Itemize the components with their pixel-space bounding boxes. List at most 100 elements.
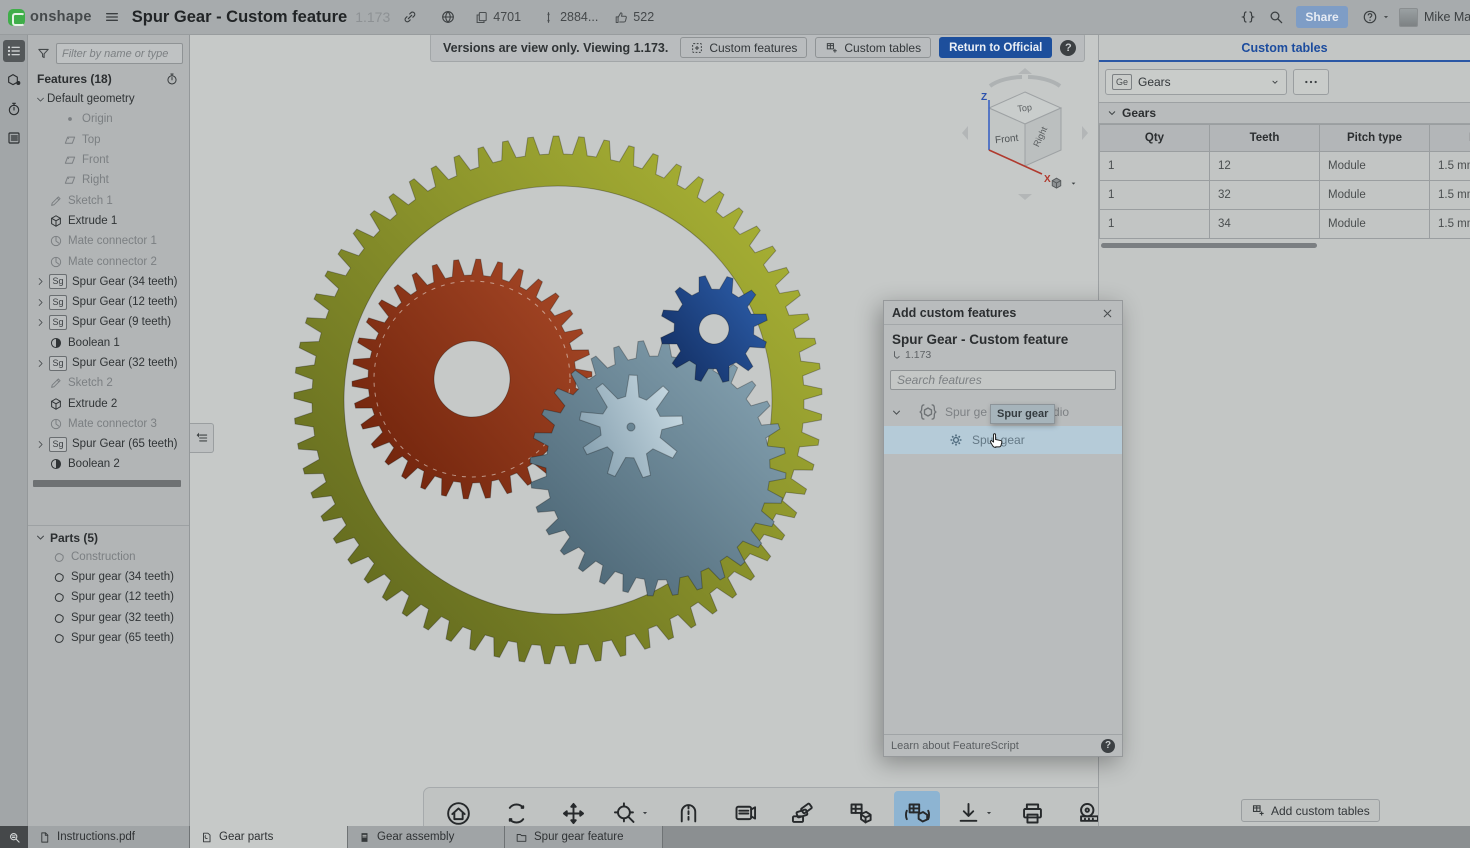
- table-horizontal-scrollbar[interactable]: [1101, 243, 1317, 248]
- learn-featurescript-link[interactable]: Learn about FeatureScript: [891, 740, 1019, 752]
- onshape-logo-icon[interactable]: [8, 9, 25, 26]
- filter-funnel-icon[interactable]: [36, 46, 51, 61]
- feature-filter-input[interactable]: [56, 43, 183, 64]
- featurescript-icon[interactable]: [1240, 9, 1256, 25]
- part-item[interactable]: Construction: [28, 547, 189, 567]
- feature-studio-row[interactable]: Spur ge Studio Spur gear: [884, 398, 1122, 426]
- table-row[interactable]: 134Module1.5 mm: [1100, 210, 1470, 239]
- table-options-button[interactable]: [1293, 69, 1329, 95]
- feature-item[interactable]: Boolean 2: [28, 454, 189, 474]
- user-avatar[interactable]: [1399, 8, 1418, 27]
- return-to-official-button[interactable]: Return to Official: [939, 37, 1052, 58]
- tab-gear-assembly[interactable]: Gear assembly: [348, 826, 505, 848]
- banner-help-icon[interactable]: ?: [1060, 40, 1076, 56]
- table-cell[interactable]: 34: [1210, 210, 1320, 239]
- chevron-down-icon[interactable]: [34, 531, 47, 544]
- feature-item[interactable]: Mate connector 1: [28, 231, 189, 251]
- feature-item[interactable]: Extrude 2: [28, 393, 189, 413]
- table-cell[interactable]: 12: [1210, 152, 1320, 181]
- table-cell[interactable]: 1.5 mm: [1430, 210, 1470, 239]
- column-header[interactable]: Pitch type: [1320, 125, 1430, 152]
- feature-item[interactable]: SgSpur Gear (65 teeth): [28, 434, 189, 454]
- column-header[interactable]: Qty: [1100, 125, 1210, 152]
- table-cell[interactable]: Module: [1320, 181, 1430, 210]
- column-header[interactable]: Pi: [1430, 125, 1470, 152]
- feature-item[interactable]: Front: [28, 150, 189, 170]
- feature-item[interactable]: Mate connector 3: [28, 414, 189, 434]
- help-icon[interactable]: [1362, 9, 1378, 25]
- likes-stat[interactable]: 522: [614, 10, 654, 25]
- main-menu-icon[interactable]: [104, 9, 120, 25]
- feature-item[interactable]: SgSpur Gear (12 teeth): [28, 292, 189, 312]
- table-cell[interactable]: 32: [1210, 181, 1320, 210]
- hand-cursor: [988, 430, 1005, 449]
- column-header[interactable]: Teeth: [1210, 125, 1320, 152]
- feature-item[interactable]: SgSpur Gear (9 teeth): [28, 312, 189, 332]
- custom-features-banner-button[interactable]: Custom features: [680, 37, 807, 58]
- left-strip-history[interactable]: [3, 98, 25, 120]
- feature-search-input[interactable]: [890, 370, 1116, 390]
- share-button[interactable]: Share: [1296, 6, 1348, 28]
- table-cell[interactable]: 1: [1100, 210, 1210, 239]
- feature-item[interactable]: Sketch 2: [28, 373, 189, 393]
- chevron-right-icon: [34, 357, 47, 370]
- feature-item[interactable]: SgSpur Gear (32 teeth): [28, 353, 189, 373]
- feature-item[interactable]: Boolean 1: [28, 333, 189, 353]
- table-selector-dropdown[interactable]: Ge Gears: [1105, 69, 1287, 95]
- chevron-down-icon[interactable]: [890, 406, 903, 419]
- part-icon: [52, 611, 66, 625]
- feature-item[interactable]: Sketch 1: [28, 190, 189, 210]
- table-cell[interactable]: 1: [1100, 152, 1210, 181]
- search-icon[interactable]: [1268, 9, 1284, 25]
- copies-stat[interactable]: 4701: [474, 10, 521, 25]
- table-cell[interactable]: 1.5 mm: [1430, 152, 1470, 181]
- view-options-caret-icon[interactable]: [1069, 179, 1078, 188]
- left-strip-configurations[interactable]: [3, 69, 25, 91]
- z-axis-label: Z: [981, 92, 987, 103]
- dialog-help-icon[interactable]: ?: [1101, 739, 1115, 753]
- help-caret-icon[interactable]: [1381, 12, 1391, 22]
- link-icon[interactable]: [402, 9, 418, 25]
- feature-item[interactable]: SgSpur Gear (34 teeth): [28, 272, 189, 292]
- tab-gear-parts[interactable]: Gear parts: [190, 826, 348, 848]
- appearance-icon: [789, 800, 816, 827]
- part-item[interactable]: Spur gear (65 teeth): [28, 628, 189, 648]
- chevron-right-icon: [34, 316, 47, 329]
- table-cell[interactable]: Module: [1320, 152, 1430, 181]
- tab-manager-icon[interactable]: [0, 826, 28, 848]
- version-branch-icon: [892, 350, 902, 360]
- feature-item[interactable]: Top: [28, 130, 189, 150]
- tab-instructions-pdf[interactable]: Instructions.pdf: [28, 826, 190, 848]
- part-item[interactable]: Spur gear (32 teeth): [28, 608, 189, 628]
- public-globe-icon[interactable]: [440, 9, 456, 25]
- view-options-cube-icon[interactable]: [1048, 175, 1065, 192]
- feature-history-icon[interactable]: [165, 72, 179, 86]
- view-cube-top-label[interactable]: Top: [1017, 102, 1033, 114]
- tab-spur-gear-feature[interactable]: Spur gear feature: [505, 826, 663, 848]
- gears-section-header[interactable]: Gears: [1099, 102, 1470, 124]
- left-strip-custom-tables[interactable]: [3, 127, 25, 149]
- close-icon[interactable]: [1101, 307, 1114, 320]
- versions-stat[interactable]: 2884...: [541, 10, 598, 25]
- feature-item[interactable]: Extrude 1: [28, 211, 189, 231]
- table-cell[interactable]: 1.5 mm: [1430, 181, 1470, 210]
- table-row[interactable]: 112Module1.5 mm: [1100, 152, 1470, 181]
- feature-item[interactable]: Right: [28, 170, 189, 190]
- feature-item[interactable]: Default geometry: [28, 89, 189, 109]
- part-item[interactable]: Spur gear (12 teeth): [28, 587, 189, 607]
- user-name[interactable]: Mike Mana: [1424, 10, 1470, 24]
- left-strip-feature-list[interactable]: [3, 40, 25, 62]
- table-cell[interactable]: Module: [1320, 210, 1430, 239]
- rollback-bar[interactable]: [33, 480, 181, 487]
- thumbs-up-icon: [614, 10, 629, 25]
- table-row[interactable]: 132Module1.5 mm: [1100, 181, 1470, 210]
- feature-item[interactable]: Origin: [28, 109, 189, 129]
- table-cell[interactable]: 1: [1100, 181, 1210, 210]
- gears-table[interactable]: QtyTeethPitch typePi112Module1.5 mm132Mo…: [1099, 124, 1470, 239]
- part-item[interactable]: Spur gear (34 teeth): [28, 567, 189, 587]
- custom-tables-banner-button[interactable]: Custom tables: [815, 37, 931, 58]
- add-custom-tables-button[interactable]: Add custom tables: [1241, 799, 1380, 822]
- feature-panel-toggle-button[interactable]: [190, 423, 214, 453]
- feature-item[interactable]: Mate connector 2: [28, 251, 189, 271]
- feature-item-label: Spur Gear (12 teeth): [72, 296, 177, 308]
